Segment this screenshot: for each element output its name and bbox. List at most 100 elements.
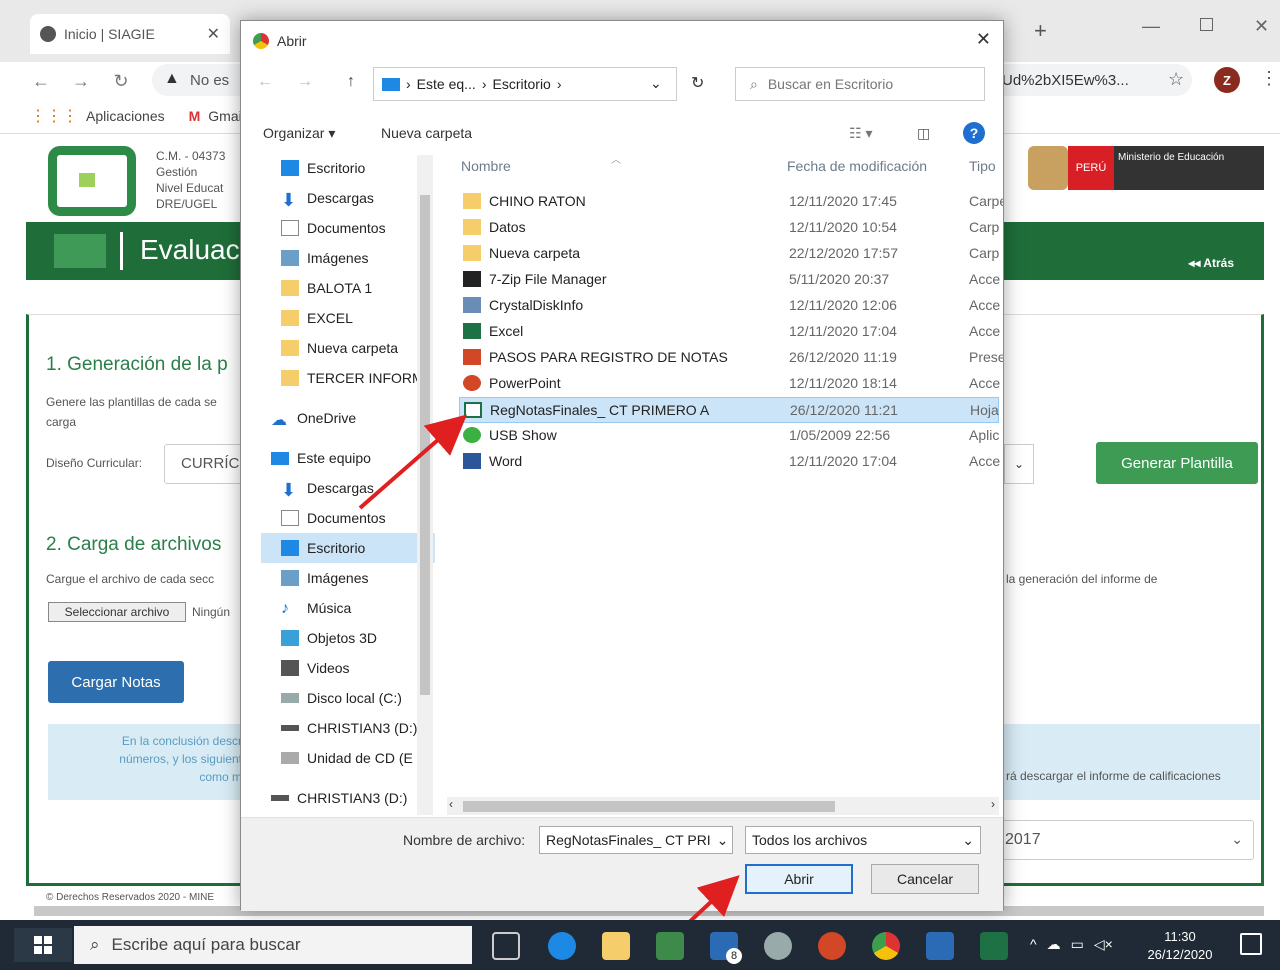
nav-item-este-equipo[interactable]: Este equipo	[261, 443, 435, 473]
excel-icon[interactable]	[980, 932, 1008, 960]
nav-item-balota[interactable]: BALOTA 1	[261, 273, 435, 303]
file-row[interactable]: CrystalDiskInfo 12/11/2020 12:06 Acce	[459, 293, 1000, 319]
file-row[interactable]: Nueva carpeta 22/12/2020 17:57 Carp	[459, 241, 999, 267]
restore-button[interactable]	[1200, 18, 1213, 31]
filename-dropdown[interactable]: ⌄	[713, 826, 733, 854]
nav-item-videos[interactable]: Videos	[261, 653, 435, 683]
column-name[interactable]: Nombre	[461, 151, 511, 181]
file-row[interactable]: USB Show 1/05/2009 22:56 Aplic	[459, 423, 999, 449]
open-button[interactable]: Abrir	[745, 864, 853, 894]
file-row[interactable]: Word 12/11/2020 17:04 Acce	[459, 449, 1000, 475]
forward-arrow-icon[interactable]: →	[297, 73, 313, 91]
nav-item-descargas-2[interactable]: ⬇ Descargas	[261, 473, 435, 503]
search-field[interactable]: ⌕ Buscar en Escritorio	[735, 67, 985, 101]
file-explorer-icon[interactable]	[602, 932, 630, 960]
bookmark-gmail[interactable]: M Gmail	[189, 108, 245, 124]
file-row[interactable]: Excel 12/11/2020 17:04 Acce	[459, 319, 1000, 345]
select-file-button[interactable]: Seleccionar archivo	[48, 602, 186, 622]
year-select[interactable]: 2017 ⌄	[1002, 820, 1254, 860]
back-arrow-icon[interactable]: ←	[28, 68, 54, 94]
windows-start-icon[interactable]	[14, 928, 72, 962]
nav-item-imagenes-2[interactable]: Imágenes	[261, 563, 435, 593]
chevron-up-icon[interactable]: ^	[1030, 936, 1037, 953]
network-icon[interactable]: ▭	[1071, 936, 1084, 953]
breadcrumb-item[interactable]: Este eq...	[417, 76, 476, 92]
breadcrumb[interactable]: › Este eq... › Escritorio › ⌄	[373, 67, 677, 101]
nav-item-imagenes[interactable]: Imágenes✦	[261, 243, 435, 273]
cancel-button[interactable]: Cancelar	[871, 864, 979, 894]
tab-siagie[interactable]: Inicio | SIAGIE ✕	[30, 14, 230, 54]
organize-button[interactable]: Organizar ▾	[263, 125, 335, 142]
up-arrow-icon[interactable]: ↑	[347, 73, 355, 91]
nav-item-musica[interactable]: ♪ Música	[261, 593, 435, 623]
clock[interactable]: 11:30 26/12/2020	[1140, 928, 1220, 964]
chrome-icon[interactable]	[872, 932, 900, 960]
refresh-icon[interactable]: ↻	[691, 73, 704, 93]
nav-item-escritorio-selected[interactable]: Escritorio	[261, 533, 435, 563]
pen-icon[interactable]	[926, 932, 954, 960]
column-type[interactable]: Tipo	[969, 151, 996, 181]
nav-item-nueva-carpeta[interactable]: Nueva carpeta	[261, 333, 435, 363]
task-view-icon[interactable]	[492, 932, 520, 960]
taskbar-search[interactable]: ⌕ Escribe aquí para buscar	[74, 926, 472, 964]
file-row[interactable]: 7-Zip File Manager 5/11/2020 20:37 Acce	[459, 267, 1000, 293]
curriculum-dropdown-tail[interactable]: ⌄	[1004, 444, 1034, 484]
help-icon[interactable]: ?	[963, 122, 985, 144]
back-arrow-icon[interactable]: ←	[257, 73, 273, 91]
close-window-button[interactable]: ✕	[1254, 16, 1269, 37]
scroll-left-icon[interactable]: ‹	[449, 797, 453, 811]
tab-close-icon[interactable]: ✕	[207, 24, 220, 44]
column-date[interactable]: Fecha de modificación	[787, 151, 927, 181]
system-tray[interactable]: ^ ☁ ▭ ◁×	[1030, 936, 1113, 953]
minimize-button[interactable]: —	[1142, 16, 1160, 37]
nav-item-descargas[interactable]: ⬇Descargas✦	[261, 183, 435, 213]
nav-item-excel[interactable]: EXCEL	[261, 303, 435, 333]
edge-icon[interactable]	[548, 932, 576, 960]
cloud-icon[interactable]: ☁	[1047, 936, 1061, 953]
volume-icon[interactable]: ◁×	[1094, 936, 1113, 953]
profile-avatar[interactable]: Z	[1214, 67, 1240, 93]
generate-template-button[interactable]: Generar Plantilla	[1096, 442, 1258, 484]
mail-icon[interactable]: 8	[710, 932, 742, 964]
nav-item-christian-d-2[interactable]: CHRISTIAN3 (D:)	[261, 783, 435, 813]
nav-item-tercer-informe[interactable]: TERCER INFORM	[261, 363, 435, 393]
bookmark-apps[interactable]: ⋮⋮⋮ Aplicaciones	[30, 106, 165, 126]
back-link[interactable]: ◂◂ Atrás	[1188, 256, 1234, 270]
filename-input[interactable]: RegNotasFinales_ CT PRI	[539, 826, 731, 854]
nav-item-disco-c[interactable]: Disco local (C:)	[261, 683, 435, 713]
new-tab-button[interactable]: +	[1034, 18, 1047, 44]
nav-scrollbar[interactable]	[417, 155, 433, 815]
file-row-selected[interactable]: RegNotasFinales_ CT PRIMERO A 26/12/2020 …	[459, 397, 999, 423]
nav-item-documentos-2[interactable]: Documentos	[261, 503, 435, 533]
nav-item-christian-d[interactable]: CHRISTIAN3 (D:)	[261, 713, 435, 743]
new-folder-button[interactable]: Nueva carpeta	[381, 125, 472, 141]
nav-item-objetos-3d[interactable]: Objetos 3D	[261, 623, 435, 653]
paint-icon[interactable]	[764, 932, 792, 960]
scroll-right-icon[interactable]: ›	[991, 797, 995, 811]
star-icon[interactable]: ☆	[1168, 69, 1184, 90]
hscroll-thumb[interactable]	[463, 801, 835, 812]
forward-arrow-icon[interactable]: →	[68, 68, 94, 94]
nav-scroll-thumb[interactable]	[420, 195, 430, 695]
file-hscrollbar[interactable]: ‹ ›	[447, 797, 999, 815]
nav-item-unidad-cd[interactable]: Unidad de CD (E	[261, 743, 435, 773]
nav-item-documentos[interactable]: Documentos✦	[261, 213, 435, 243]
file-row[interactable]: Datos 12/11/2020 10:54 Carp	[459, 215, 999, 241]
preview-pane-icon[interactable]: ◫	[917, 125, 930, 142]
nav-item-onedrive[interactable]: ☁ OneDrive	[261, 403, 435, 433]
chevron-down-icon[interactable]: ⌄	[650, 75, 662, 92]
view-options-icon[interactable]: ☷ ▾	[849, 125, 872, 142]
filter-select[interactable]: Todos los archivos ⌄	[745, 826, 981, 854]
file-row[interactable]: PASOS PARA REGISTRO DE NOTAS 26/12/2020 1…	[459, 345, 1003, 371]
store-icon[interactable]	[656, 932, 684, 960]
upload-grades-button[interactable]: Cargar Notas	[48, 661, 184, 703]
file-row[interactable]: CHINO RATON 12/11/2020 17:45 Carpeta	[459, 189, 1003, 215]
notifications-icon[interactable]	[1240, 933, 1262, 955]
reload-icon[interactable]: ↻	[108, 68, 134, 94]
file-row[interactable]: PowerPoint 12/11/2020 18:14 Acce	[459, 371, 1000, 397]
nav-item-escritorio[interactable]: Escritorio✦	[261, 153, 435, 183]
breadcrumb-item[interactable]: Escritorio	[493, 76, 551, 92]
menu-icon[interactable]: ⋮	[1260, 68, 1278, 89]
powerpoint-icon[interactable]	[818, 932, 846, 960]
dialog-close-icon[interactable]: ✕	[976, 29, 991, 50]
